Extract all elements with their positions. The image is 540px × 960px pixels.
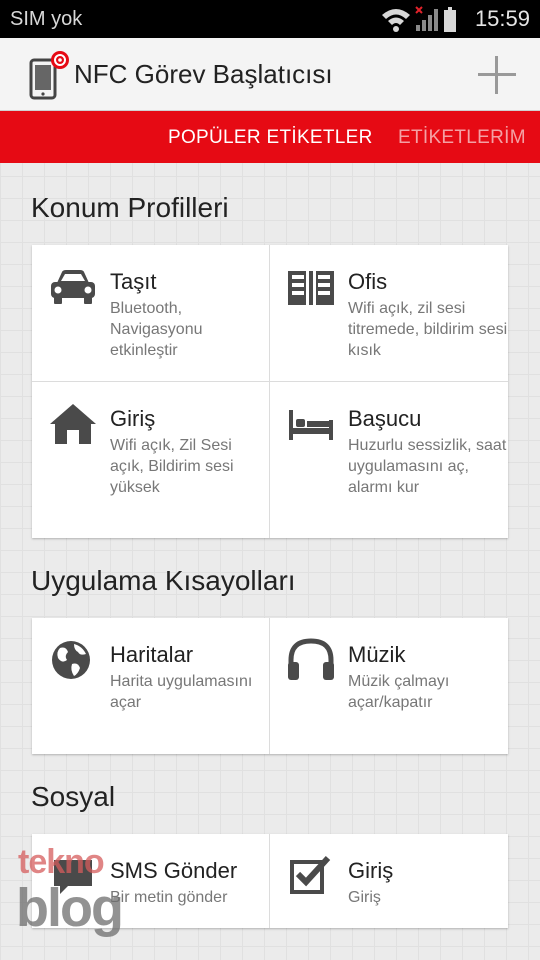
shortcut-description: Müzik çalmayı açar/kapatır [348,673,450,711]
profile-description: Wifi açık, zil sesi titremede, bildirim … [348,300,508,359]
tab-bar: POPÜLER ETİKETLER ETİKETLERİM [0,111,540,163]
section-title-location-profiles: Konum Profilleri [31,192,229,223]
social-card: SMS Gönder Bir metin gönder Giriş Giriş [32,834,508,928]
profile-bedside[interactable]: Başucu Huzurlu sessizlik, saat uygulamas… [270,382,508,538]
profile-name: Ofis [348,269,388,294]
home-icon [50,404,96,444]
nfc-phone-icon [29,51,69,100]
shortcut-name: Müzik [348,642,406,667]
sms-icon [54,860,92,894]
shortcut-description: Harita uygulamasını açar [110,673,253,711]
signal-icon [415,6,438,31]
carrier-label: SIM yok [10,8,83,30]
social-sms[interactable]: SMS Gönder Bir metin gönder [32,834,269,928]
clock: 15:59 [474,6,530,31]
profile-name: Taşıt [110,269,157,294]
headphones-icon [288,638,334,680]
app-bar: NFC Görev Başlatıcısı [0,38,540,111]
section-title-app-shortcuts: Uygulama Kısayolları [31,565,296,596]
profile-description: Wifi açık, Zil Sesi açık, Bildirim sesi … [110,437,234,496]
section-title-social: Sosyal [31,781,116,812]
office-building-icon [288,271,334,305]
profile-description: Huzurlu sessizlik, saat uygulamasını aç,… [348,437,507,496]
app-shortcuts-card: Haritalar Harita uygulamasını açar Müzik… [32,618,508,754]
battery-icon [444,7,456,32]
tab-popular-tags[interactable]: POPÜLER ETİKETLER [168,127,373,149]
car-icon [51,270,95,304]
social-name: Giriş [348,858,394,883]
social-description: Bir metin gönder [110,889,228,906]
shortcut-music[interactable]: Müzik Müzik çalmayı açar/kapatır [270,618,508,754]
app-title: NFC Görev Başlatıcısı [74,59,333,89]
social-checkin[interactable]: Giriş Giriş [270,834,508,928]
profile-vehicle[interactable]: Taşıt Bluetooth, Navigasyonu etkinleştir [32,245,269,381]
shortcut-name: Haritalar [110,642,194,667]
social-name: SMS Gönder [110,858,238,883]
profile-home[interactable]: Giriş Wifi açık, Zil Sesi açık, Bildirim… [32,382,269,538]
globe-icon [52,641,90,679]
tab-my-tags[interactable]: ETİKETLERİM [398,127,526,149]
checkbox-icon [290,855,331,894]
location-profiles-card: Taşıt Bluetooth, Navigasyonu etkinleştir… [32,245,508,538]
status-bar: SIM yok 15:59 [0,0,540,38]
profile-name: Giriş [110,406,156,431]
wifi-icon [382,9,410,32]
profile-office[interactable]: Ofis Wifi açık, zil sesi titremede, bild… [270,245,508,381]
plus-icon[interactable] [474,52,520,98]
status-icons [382,6,456,32]
bed-icon [289,410,333,440]
profile-name: Başucu [348,406,422,431]
shortcut-maps[interactable]: Haritalar Harita uygulamasını açar [32,618,269,754]
social-description: Giriş [348,889,381,906]
profile-description: Bluetooth, Navigasyonu etkinleştir [110,300,203,359]
